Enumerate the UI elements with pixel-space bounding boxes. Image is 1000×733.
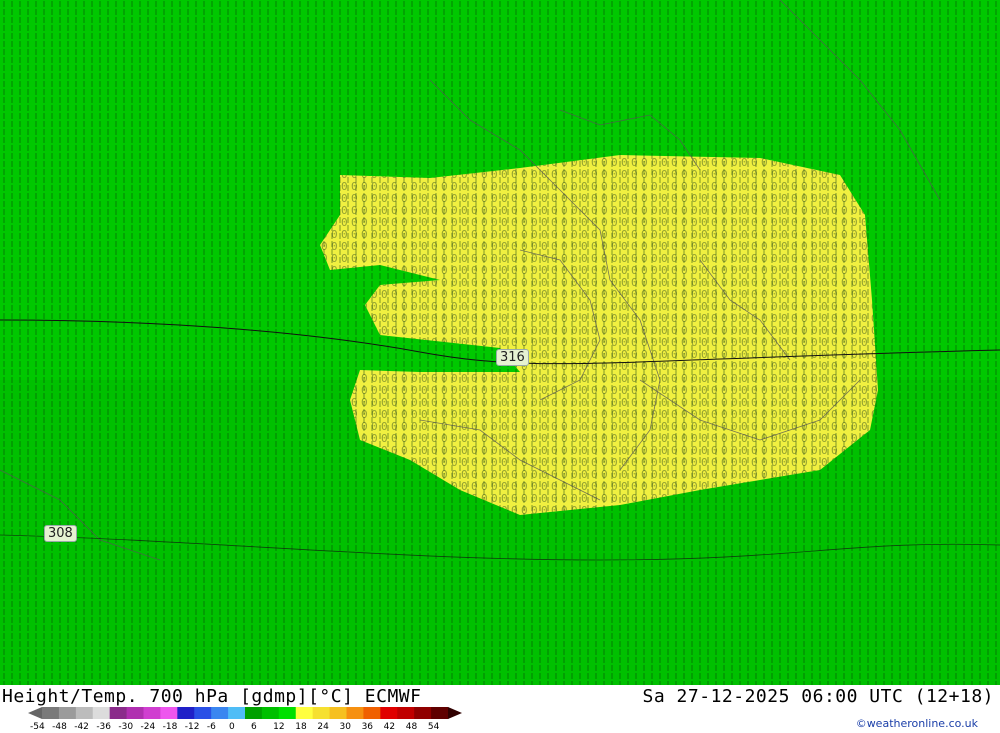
scale-label: -36 [96, 722, 112, 732]
scale-swatch [75, 707, 94, 719]
scale-label: 12 [273, 722, 285, 732]
scale-label: 36 [361, 722, 374, 732]
scale-label: 30 [339, 722, 351, 732]
map-canvas: 0 [0, 0, 1000, 685]
scale-label: -30 [118, 722, 134, 732]
scale-swatch [397, 707, 415, 719]
scale-arrow-left [28, 707, 42, 719]
scale-swatch [143, 707, 161, 719]
scale-label: -48 [52, 722, 67, 732]
scale-swatch [329, 707, 347, 719]
scale-label: 48 [405, 722, 418, 732]
map-title: Height/Temp. 700 hPa [gdmp][°C] ECMWF [2, 686, 422, 707]
scale-label: 0 [228, 722, 235, 732]
scale-swatch [380, 707, 398, 719]
contour-label-316: 316 [496, 349, 529, 366]
scale-swatch [261, 707, 280, 719]
scale-swatch [109, 707, 128, 719]
credit-link[interactable]: ©weatheronline.co.uk [856, 717, 978, 730]
weather-map: 0 316 308 [0, 0, 1000, 685]
map-datetime: Sa 27-12-2025 06:00 UTC (12+18) [642, 686, 994, 707]
scale-label: 18 [295, 722, 307, 732]
scale-swatch [177, 707, 195, 719]
scale-swatch [126, 707, 144, 719]
scale-swatch [346, 707, 364, 719]
map-footer: Height/Temp. 700 hPa [gdmp][°C] ECMWF Sa… [0, 685, 1000, 733]
scale-swatch [58, 707, 77, 719]
scale-label: -54 [30, 722, 45, 732]
scale-swatch [414, 707, 432, 719]
scale-label: 42 [383, 722, 396, 732]
scale-label: -42 [74, 722, 89, 732]
color-scale-bar [28, 707, 462, 719]
scale-label: 54 [427, 722, 440, 732]
scale-swatch [194, 707, 212, 719]
scale-swatch [278, 707, 297, 719]
scale-swatch [228, 707, 246, 719]
scale-label: -18 [162, 722, 178, 732]
scale-swatch [363, 707, 381, 719]
scale-swatch [42, 707, 60, 719]
scale-swatch [211, 707, 229, 719]
scale-label: -12 [184, 722, 200, 732]
scale-label: -24 [140, 722, 156, 732]
scale-swatch [245, 707, 263, 719]
scale-arrow-right [448, 707, 462, 719]
scale-swatch [160, 707, 178, 719]
contour-label-308: 308 [44, 525, 77, 542]
scale-label: -6 [206, 722, 216, 732]
scale-swatch [431, 707, 449, 719]
scale-swatch [312, 707, 331, 719]
scale-swatch [92, 707, 111, 719]
scale-swatch [295, 707, 314, 719]
scale-label: 6 [251, 722, 257, 732]
scale-label: 24 [317, 722, 329, 732]
